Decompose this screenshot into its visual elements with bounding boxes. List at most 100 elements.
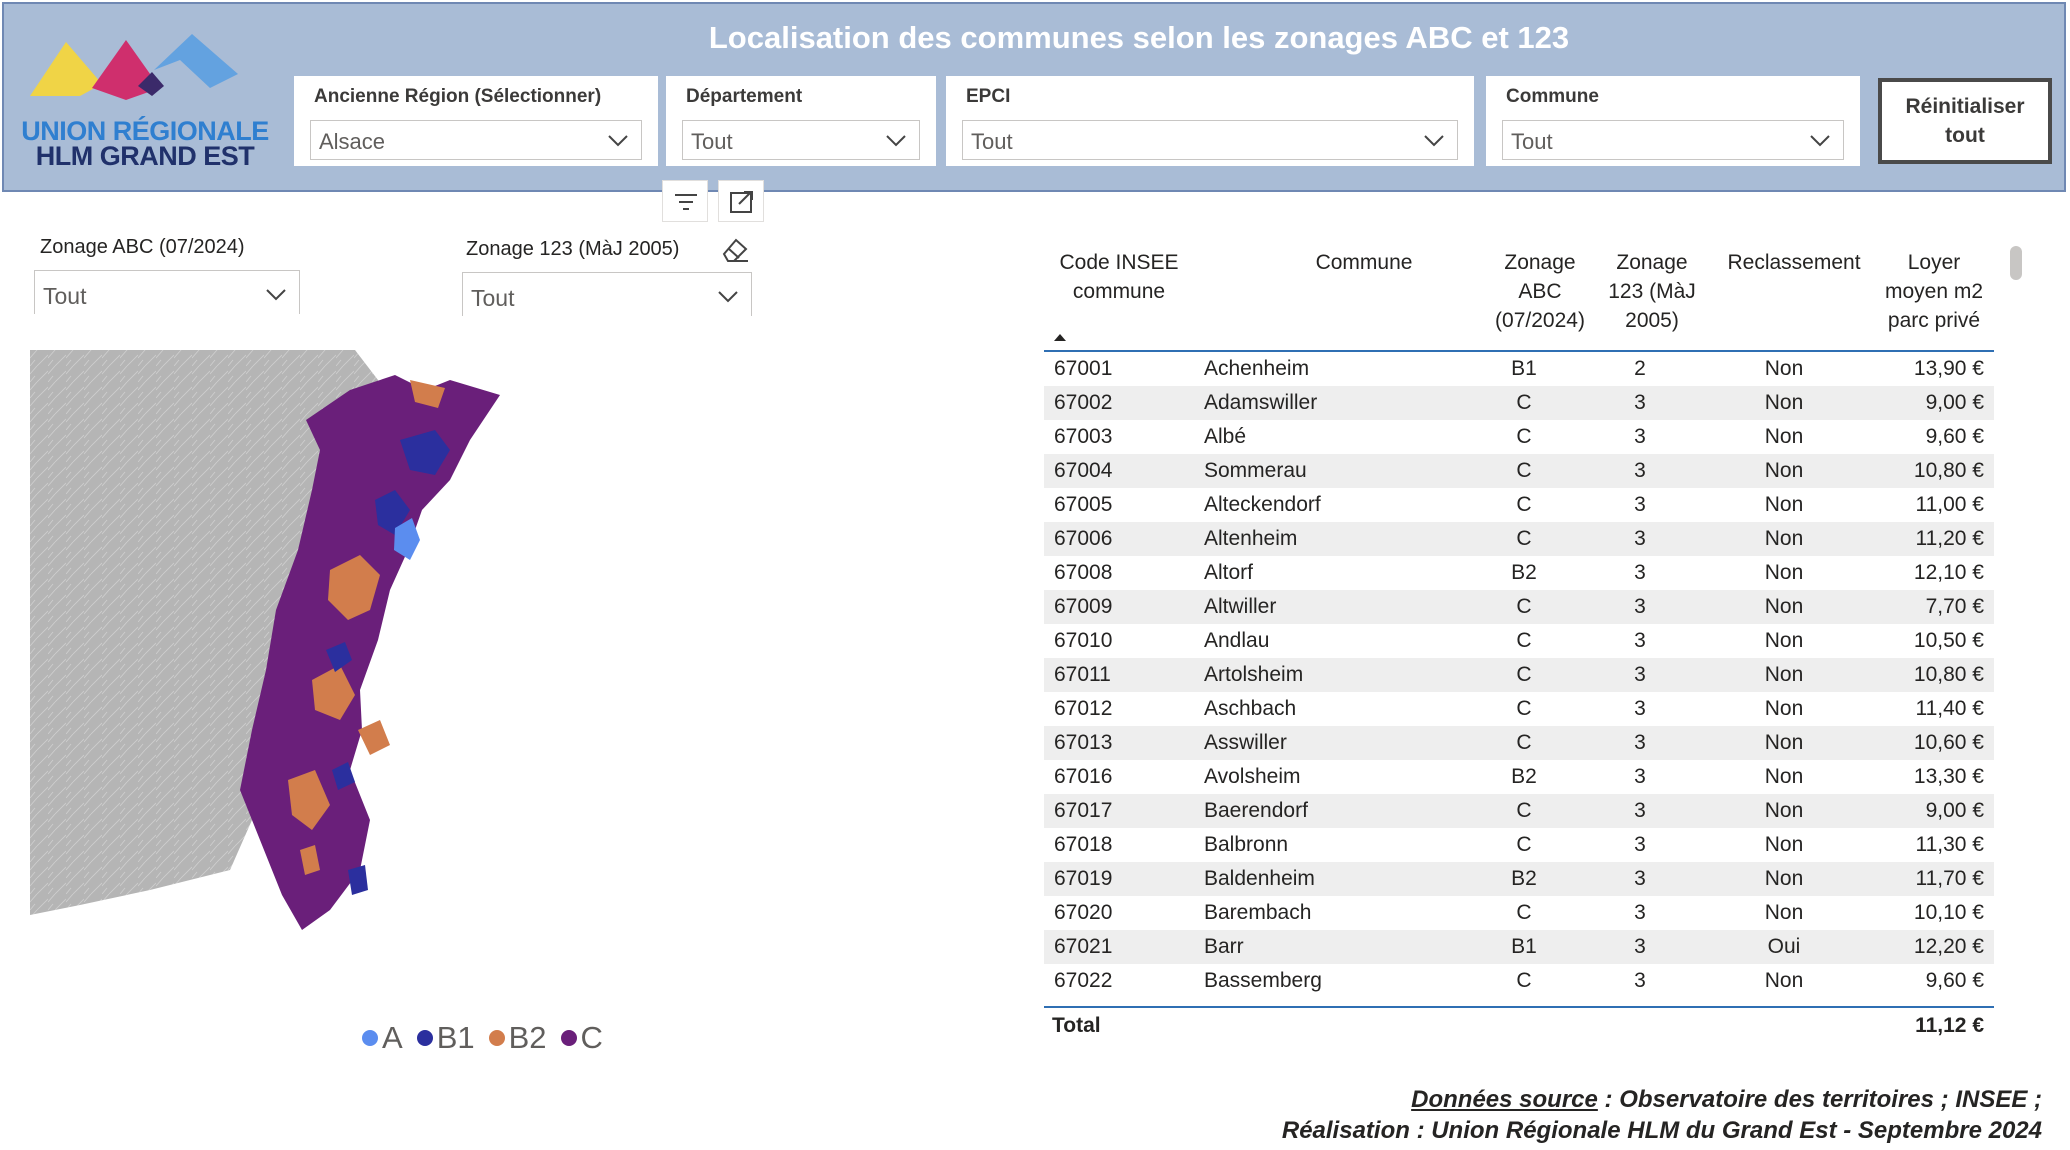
cell-code: 67013 [1054,731,1113,754]
legend-label-c: C [580,1020,603,1055]
table-row[interactable]: 67003 Albé C 3 Non 9,60 € [1044,420,1994,454]
map-legend: A B1 B2 C [362,1018,603,1058]
source-line2: Réalisation : Union Régionale HLM du Gra… [1281,1117,2042,1144]
commune-map[interactable] [30,350,670,980]
filter-zonage-123-label: Zonage 123 (MàJ 2005) [466,238,680,260]
cell-zonage-123: 3 [1634,969,1646,992]
table-row[interactable]: 67002 Adamswiller C 3 Non 9,00 € [1044,386,1994,420]
cell-commune: Barembach [1204,901,1312,924]
cell-loyer: 7,70 € [1925,595,1984,618]
cell-zonage-123: 3 [1634,527,1646,550]
cell-reclassement: Non [1764,731,1804,754]
table-row[interactable]: 67011 Artolsheim C 3 Non 10,80 € [1044,658,1994,692]
focus-mode-button[interactable] [718,180,764,222]
table-row[interactable]: 67019 Baldenheim B2 3 Non 11,70 € [1044,862,1994,896]
cell-code: 67004 [1054,459,1113,482]
cell-commune: Sommerau [1204,459,1307,482]
cell-loyer: 11,30 € [1915,833,1984,856]
table-row[interactable]: 67013 Asswiller C 3 Non 10,60 € [1044,726,1994,760]
legend-item-a[interactable]: A [362,1020,403,1056]
slicer-epci-dropdown[interactable]: Tout [962,120,1458,160]
legend-item-c[interactable]: C [560,1020,603,1056]
table-row[interactable]: 67016 Avolsheim B2 3 Non 13,30 € [1044,760,1994,794]
cell-zonage-abc: C [1516,969,1532,992]
chevron-down-icon [608,135,628,147]
table-header: Code INSEE commune Commune Zonage ABC (0… [1044,240,1994,352]
cell-zonage-123: 3 [1634,561,1646,584]
slicer-commune-dropdown[interactable]: Tout [1502,120,1844,160]
slicer-epci-label: EPCI [966,86,1011,107]
cell-zonage-abc: C [1516,697,1532,720]
cell-zonage-123: 3 [1634,731,1646,754]
col-header-zonage-abc[interactable]: Zonage ABC (07/2024) [1490,248,1590,335]
cell-commune: Altorf [1204,561,1254,584]
chevron-down-icon [886,135,906,147]
cell-code: 67002 [1054,391,1113,414]
slicer-departement-value: Tout [691,129,733,154]
cell-loyer: 9,60 € [1925,969,1984,992]
slicer-region-dropdown[interactable]: Alsace [310,120,642,160]
table-row[interactable]: 67020 Barembach C 3 Non 10,10 € [1044,896,1994,930]
slicer-departement-dropdown[interactable]: Tout [682,120,920,160]
cell-reclassement: Non [1764,833,1804,856]
table-row[interactable]: 67008 Altorf B2 3 Non 12,10 € [1044,556,1994,590]
cell-zonage-123: 3 [1634,833,1646,856]
cell-zonage-123: 3 [1634,663,1646,686]
cell-code: 67021 [1054,935,1113,958]
cell-loyer: 13,90 € [1913,357,1984,380]
cell-code: 67003 [1054,425,1113,448]
cell-code: 67005 [1054,493,1113,516]
cell-reclassement: Non [1764,527,1804,550]
cell-zonage-123: 3 [1634,391,1646,414]
legend-item-b2[interactable]: B2 [488,1020,547,1056]
legend-item-b1[interactable]: B1 [416,1020,475,1056]
filter-button[interactable] [662,180,708,222]
eraser-icon[interactable] [720,236,750,264]
cell-reclassement: Non [1764,459,1804,482]
cell-zonage-abc: C [1516,731,1532,754]
cell-zonage-abc: B2 [1511,867,1537,890]
table-row[interactable]: 67018 Balbronn C 3 Non 11,30 € [1044,828,1994,862]
cell-commune: Adamswiller [1204,391,1318,414]
cell-reclassement: Non [1764,629,1804,652]
table-scrollbar[interactable] [2010,246,2022,280]
col-header-loyer[interactable]: Loyer moyen m2 parc privé [1874,248,1994,335]
cell-reclassement: Non [1764,969,1804,992]
filter-zonage-abc-dropdown[interactable]: Tout [34,270,300,314]
col-header-zonage-123[interactable]: Zonage 123 (MàJ 2005) [1606,248,1698,335]
col-header-commune[interactable]: Commune [1244,248,1484,277]
cell-zonage-123: 3 [1634,425,1646,448]
legend-label-a: A [382,1020,403,1055]
legend-label-b1: B1 [436,1020,475,1055]
slicer-departement-label: Département [686,86,803,107]
filter-zonage-123-dropdown[interactable]: Tout [462,272,752,316]
table-row[interactable]: 67005 Alteckendorf C 3 Non 11,00 € [1044,488,1994,522]
cell-zonage-123: 3 [1634,901,1646,924]
cell-code: 67022 [1054,969,1113,992]
table-row[interactable]: 67006 Altenheim C 3 Non 11,20 € [1044,522,1994,556]
table-row[interactable]: 67017 Baerendorf C 3 Non 9,00 € [1044,794,1994,828]
col-header-code[interactable]: Code INSEE commune [1044,248,1194,306]
table-row[interactable]: 67004 Sommerau C 3 Non 10,80 € [1044,454,1994,488]
slicer-epci-value: Tout [971,129,1013,154]
source-prefix: Données source [1411,1086,1598,1113]
table-row[interactable]: 67021 Barr B1 3 Oui 12,20 € [1044,930,1994,964]
logo-roofs-icon [30,34,238,100]
cell-zonage-abc: B1 [1511,935,1537,958]
cell-commune: Avolsheim [1204,765,1301,788]
reset-all-button[interactable]: Réinitialiser tout [1878,78,2052,164]
col-header-reclassement[interactable]: Reclassement [1716,248,1872,277]
table-row[interactable]: 67012 Aschbach C 3 Non 11,40 € [1044,692,1994,726]
table-row[interactable]: 67001 Achenheim B1 2 Non 13,90 € [1044,352,1994,386]
table-row[interactable]: 67010 Andlau C 3 Non 10,50 € [1044,624,1994,658]
cell-zonage-abc: C [1516,391,1532,414]
table-row[interactable]: 67022 Bassemberg C 3 Non 9,60 € [1044,964,1994,998]
cell-code: 67020 [1054,901,1113,924]
cell-zonage-123: 3 [1634,595,1646,618]
table-row[interactable]: 67009 Altwiller C 3 Non 7,70 € [1044,590,1994,624]
cell-commune: Baerendorf [1204,799,1308,822]
cell-loyer: 12,20 € [1913,935,1984,958]
cell-zonage-abc: B2 [1511,561,1537,584]
cell-loyer: 13,30 € [1913,765,1984,788]
cell-loyer: 10,80 € [1913,459,1984,482]
